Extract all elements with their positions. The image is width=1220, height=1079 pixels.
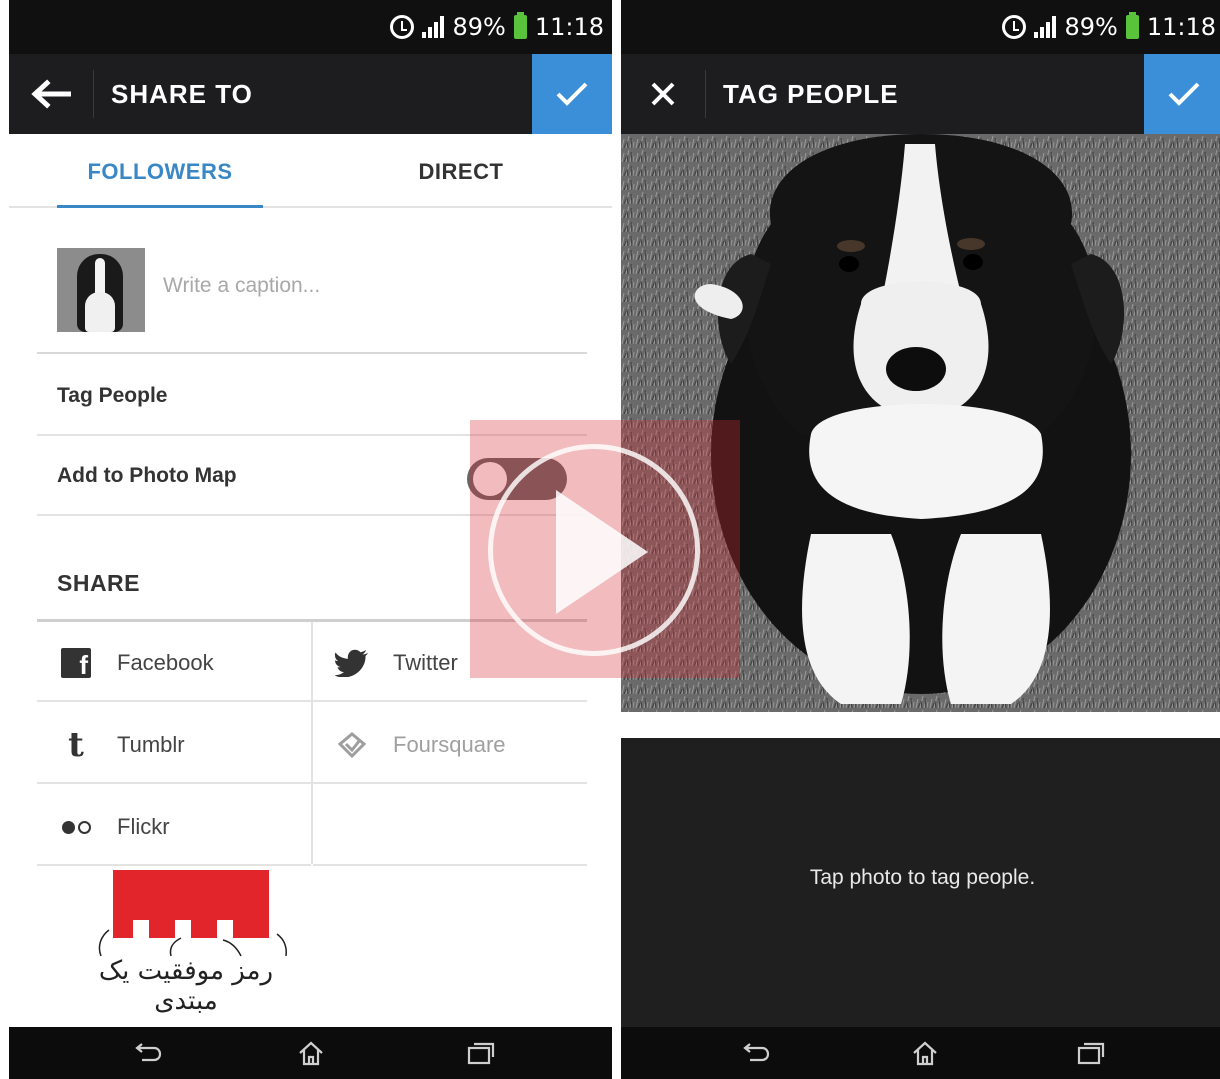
system-nav-bar	[621, 1027, 1220, 1079]
twitter-icon	[335, 646, 369, 680]
back-nav-icon	[135, 1043, 162, 1062]
close-icon	[651, 82, 675, 106]
arrow-left-icon	[31, 79, 71, 109]
action-bar: SHARE TO	[9, 54, 612, 134]
checkmark-icon	[1168, 82, 1200, 106]
status-bar: 89% 11:18	[621, 0, 1220, 54]
back-nav-icon	[743, 1043, 770, 1062]
tag-hint-text: Tap photo to tag people.	[809, 866, 1036, 889]
home-icon	[913, 1041, 937, 1066]
checkmark-icon	[556, 82, 588, 106]
watermark-caption: رمز موفقیت یک مبتدی	[98, 956, 274, 1016]
share-empty-cell	[313, 786, 587, 866]
tab-direct[interactable]: DIRECT	[361, 134, 561, 208]
confirm-share-button[interactable]	[532, 54, 612, 134]
photo-map-label: Add to Photo Map	[57, 464, 237, 487]
flickr-icon	[59, 810, 93, 844]
share-tumblr-label: Tumblr	[117, 732, 185, 757]
share-tabs: FOLLOWERS DIRECT	[9, 134, 612, 208]
alarm-icon	[1002, 15, 1027, 39]
tag-people-label: Tag People	[57, 384, 168, 407]
foursquare-icon	[335, 728, 369, 762]
facebook-icon: f	[59, 646, 93, 680]
alarm-icon	[390, 15, 415, 39]
confirm-tags-button[interactable]	[1144, 54, 1220, 134]
battery-percent: 89%	[452, 13, 506, 41]
nav-home-button[interactable]	[905, 1037, 945, 1069]
tab-followers[interactable]: FOLLOWERS	[57, 134, 263, 208]
caption-row	[37, 208, 587, 354]
photo-bottom-strip	[621, 712, 1220, 738]
status-bar: 89% 11:18	[9, 0, 612, 54]
home-icon	[299, 1041, 323, 1066]
share-facebook[interactable]: f Facebook	[37, 622, 311, 702]
battery-percent: 89%	[1064, 13, 1118, 41]
video-play-watermark	[470, 420, 740, 678]
recents-icon	[467, 1042, 495, 1065]
system-nav-bar	[9, 1027, 612, 1079]
battery-icon	[513, 12, 527, 39]
page-title: SHARE TO	[111, 79, 253, 109]
share-foursquare[interactable]: Foursquare	[313, 704, 587, 784]
share-twitter-label: Twitter	[393, 650, 458, 675]
nav-recents-button[interactable]	[461, 1037, 501, 1069]
status-time: 11:18	[534, 13, 604, 41]
tumblr-icon: t	[68, 725, 84, 765]
share-flickr-label: Flickr	[117, 814, 170, 839]
play-icon	[556, 490, 648, 614]
share-tumblr[interactable]: t Tumblr	[37, 704, 311, 784]
share-facebook-label: Facebook	[117, 650, 214, 675]
share-foursquare-label: Foursquare	[393, 732, 506, 757]
action-bar: TAG PEOPLE	[621, 54, 1220, 134]
recents-icon	[1077, 1042, 1105, 1065]
nav-home-button[interactable]	[291, 1037, 331, 1069]
battery-icon	[1125, 12, 1139, 39]
close-button[interactable]	[621, 54, 705, 134]
caption-input[interactable]	[163, 268, 563, 304]
action-bar-divider	[93, 70, 94, 118]
watermark-logo: رمز موفقیت یک مبتدی	[71, 868, 321, 1016]
share-section-header: SHARE	[57, 570, 141, 596]
signal-icon	[1034, 16, 1057, 38]
nav-back-button[interactable]	[127, 1037, 167, 1069]
signal-icon	[422, 16, 445, 38]
nav-back-button[interactable]	[735, 1037, 775, 1069]
status-time: 11:18	[1146, 13, 1216, 41]
back-button[interactable]	[9, 54, 93, 134]
photo-thumbnail	[57, 248, 145, 332]
page-title: TAG PEOPLE	[723, 79, 899, 109]
share-flickr[interactable]: Flickr	[37, 786, 311, 866]
watermark-arrows	[98, 929, 287, 957]
action-bar-divider	[705, 70, 706, 118]
nav-recents-button[interactable]	[1071, 1037, 1111, 1069]
